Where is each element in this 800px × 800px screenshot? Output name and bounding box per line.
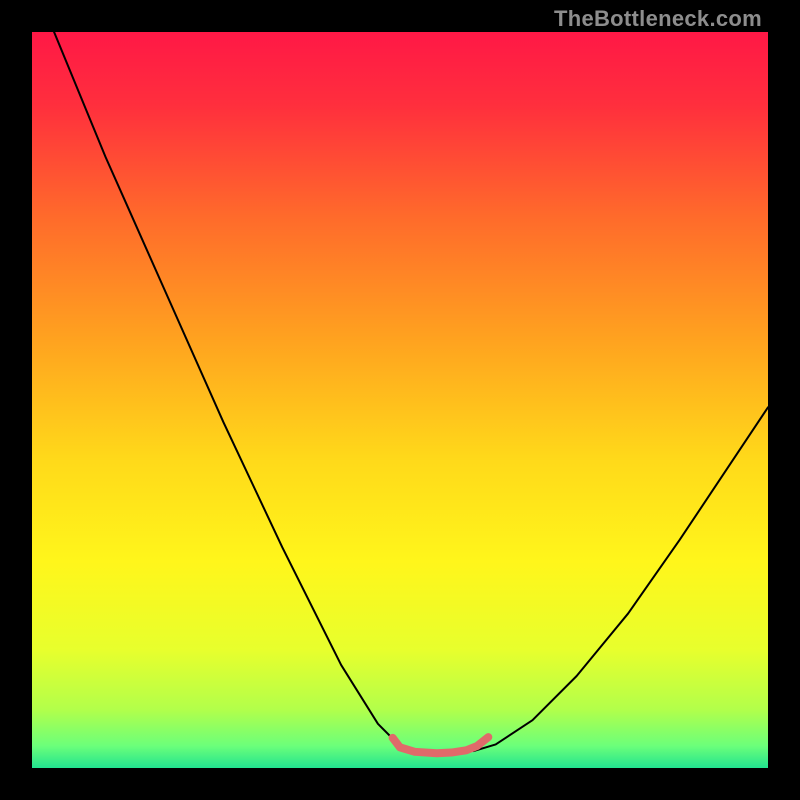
gradient-background — [32, 32, 768, 768]
chart-frame — [32, 32, 768, 768]
bottleneck-curve-chart — [32, 32, 768, 768]
watermark-label: TheBottleneck.com — [554, 6, 762, 32]
